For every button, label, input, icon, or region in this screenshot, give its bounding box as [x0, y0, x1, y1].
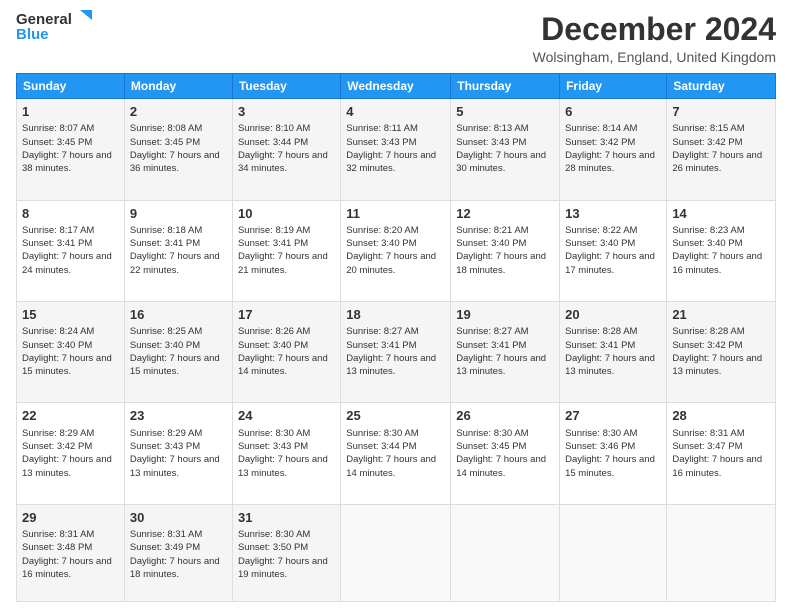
col-tuesday: Tuesday	[232, 74, 340, 99]
logo: General Blue	[16, 12, 94, 43]
col-thursday: Thursday	[451, 74, 560, 99]
table-row: 26Sunrise: 8:30 AMSunset: 3:45 PMDayligh…	[451, 403, 560, 504]
table-row: 6Sunrise: 8:14 AMSunset: 3:42 PMDaylight…	[560, 99, 667, 200]
location: Wolsingham, England, United Kingdom	[533, 49, 776, 65]
col-friday: Friday	[560, 74, 667, 99]
table-row: 24Sunrise: 8:30 AMSunset: 3:43 PMDayligh…	[232, 403, 340, 504]
table-row: 18Sunrise: 8:27 AMSunset: 3:41 PMDayligh…	[341, 302, 451, 403]
table-row: 3Sunrise: 8:10 AMSunset: 3:44 PMDaylight…	[232, 99, 340, 200]
table-row	[667, 504, 776, 601]
calendar-table: Sunday Monday Tuesday Wednesday Thursday…	[16, 73, 776, 602]
table-row: 4Sunrise: 8:11 AMSunset: 3:43 PMDaylight…	[341, 99, 451, 200]
calendar-page: General Blue December 2024 Wolsingham, E…	[0, 0, 792, 612]
table-row: 7Sunrise: 8:15 AMSunset: 3:42 PMDaylight…	[667, 99, 776, 200]
table-row: 20Sunrise: 8:28 AMSunset: 3:41 PMDayligh…	[560, 302, 667, 403]
table-row: 10Sunrise: 8:19 AMSunset: 3:41 PMDayligh…	[232, 200, 340, 301]
table-row: 1Sunrise: 8:07 AMSunset: 3:45 PMDaylight…	[17, 99, 125, 200]
header-row: Sunday Monday Tuesday Wednesday Thursday…	[17, 74, 776, 99]
table-row: 9Sunrise: 8:18 AMSunset: 3:41 PMDaylight…	[124, 200, 232, 301]
table-row: 17Sunrise: 8:26 AMSunset: 3:40 PMDayligh…	[232, 302, 340, 403]
table-row: 29Sunrise: 8:31 AMSunset: 3:48 PMDayligh…	[17, 504, 125, 601]
table-row: 23Sunrise: 8:29 AMSunset: 3:43 PMDayligh…	[124, 403, 232, 504]
month-title: December 2024	[533, 12, 776, 47]
table-row: 27Sunrise: 8:30 AMSunset: 3:46 PMDayligh…	[560, 403, 667, 504]
col-saturday: Saturday	[667, 74, 776, 99]
table-row: 21Sunrise: 8:28 AMSunset: 3:42 PMDayligh…	[667, 302, 776, 403]
col-monday: Monday	[124, 74, 232, 99]
table-row: 2Sunrise: 8:08 AMSunset: 3:45 PMDaylight…	[124, 99, 232, 200]
col-wednesday: Wednesday	[341, 74, 451, 99]
col-sunday: Sunday	[17, 74, 125, 99]
table-row: 8Sunrise: 8:17 AMSunset: 3:41 PMDaylight…	[17, 200, 125, 301]
table-row: 25Sunrise: 8:30 AMSunset: 3:44 PMDayligh…	[341, 403, 451, 504]
table-row: 11Sunrise: 8:20 AMSunset: 3:40 PMDayligh…	[341, 200, 451, 301]
table-row	[451, 504, 560, 601]
table-row: 12Sunrise: 8:21 AMSunset: 3:40 PMDayligh…	[451, 200, 560, 301]
table-row: 14Sunrise: 8:23 AMSunset: 3:40 PMDayligh…	[667, 200, 776, 301]
table-row: 13Sunrise: 8:22 AMSunset: 3:40 PMDayligh…	[560, 200, 667, 301]
table-row: 30Sunrise: 8:31 AMSunset: 3:49 PMDayligh…	[124, 504, 232, 601]
table-row: 5Sunrise: 8:13 AMSunset: 3:43 PMDaylight…	[451, 99, 560, 200]
table-row: 15Sunrise: 8:24 AMSunset: 3:40 PMDayligh…	[17, 302, 125, 403]
table-row: 22Sunrise: 8:29 AMSunset: 3:42 PMDayligh…	[17, 403, 125, 504]
header: General Blue December 2024 Wolsingham, E…	[16, 12, 776, 65]
table-row	[341, 504, 451, 601]
title-block: December 2024 Wolsingham, England, Unite…	[533, 12, 776, 65]
table-row: 28Sunrise: 8:31 AMSunset: 3:47 PMDayligh…	[667, 403, 776, 504]
table-row: 31Sunrise: 8:30 AMSunset: 3:50 PMDayligh…	[232, 504, 340, 601]
table-row	[560, 504, 667, 601]
table-row: 19Sunrise: 8:27 AMSunset: 3:41 PMDayligh…	[451, 302, 560, 403]
table-row: 16Sunrise: 8:25 AMSunset: 3:40 PMDayligh…	[124, 302, 232, 403]
